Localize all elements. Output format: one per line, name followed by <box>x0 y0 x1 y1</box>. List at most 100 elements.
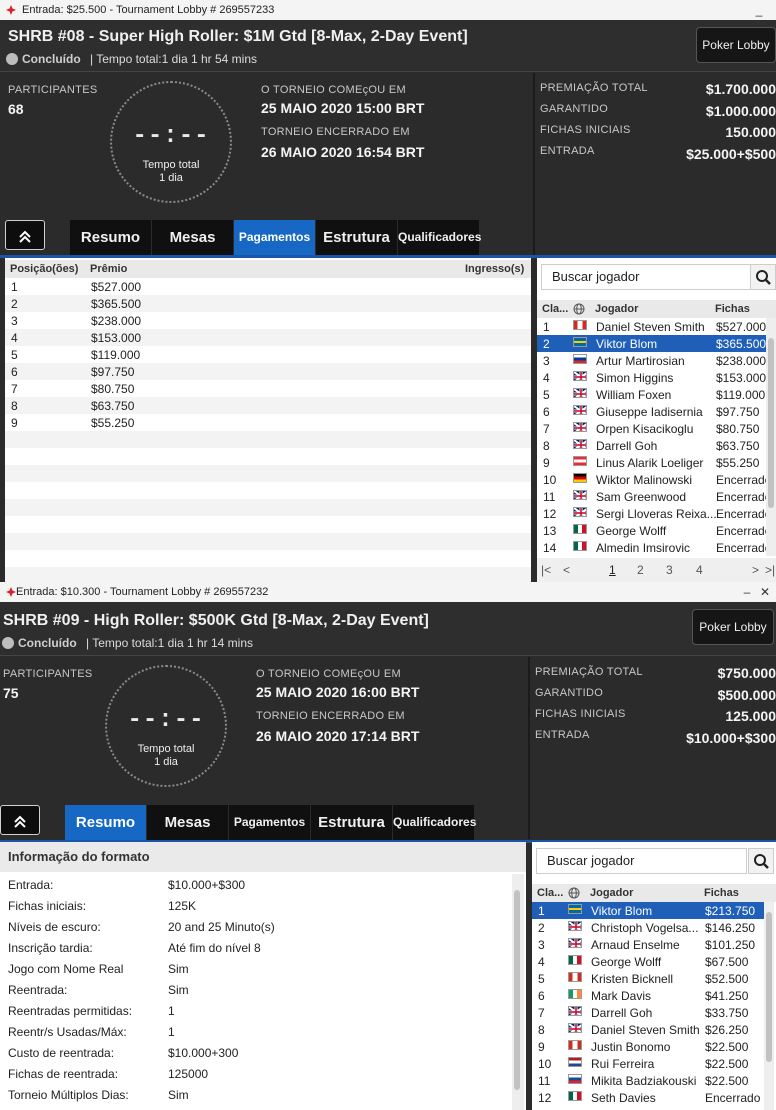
scrollbar-thumb[interactable] <box>514 890 520 1090</box>
last-page-icon[interactable]: >| <box>765 563 775 577</box>
table-row[interactable]: 6 Giuseppe Iadisernia $97.750 <box>537 403 766 420</box>
format-scrollbar[interactable] <box>512 874 524 1110</box>
players-panel: Buscar jogador Cla... Jogador Fichas 1 Vi… <box>532 842 776 1110</box>
next-page-icon[interactable]: > <box>752 563 759 577</box>
col-player[interactable]: Jogador <box>590 887 633 899</box>
col-chips[interactable]: Fichas <box>704 887 739 899</box>
page-1[interactable]: 1 <box>609 563 616 577</box>
tournament-info: PARTICIPANTES 68 --:-- Tempo total 1 dia… <box>0 73 776 258</box>
player-chips: $238.000 <box>716 354 767 368</box>
table-row[interactable]: 8 Darrell Goh $63.750 <box>537 437 766 454</box>
payout-prize: $97.750 <box>91 365 135 379</box>
col-tickets[interactable]: Ingresso(s) <box>465 263 524 275</box>
search-input[interactable]: Buscar jogador <box>536 848 747 874</box>
minimize-icon[interactable]: _ <box>748 0 770 20</box>
tab-mesas[interactable]: Mesas <box>147 805 229 840</box>
tournament-clock: --:-- Tempo total 1 dia <box>105 665 227 787</box>
globe-icon[interactable] <box>568 887 580 899</box>
table-row[interactable]: 11 Sam Greenwood Encerrado <box>537 488 771 505</box>
col-player[interactable]: Jogador <box>595 303 638 315</box>
table-row[interactable]: 2 Christoph Vogelsa... $146.250 <box>532 919 764 936</box>
prize-total-value: $750.000 <box>717 665 776 681</box>
tab-estrutura[interactable]: Estrutura <box>316 220 398 255</box>
search-input[interactable]: Buscar jogador <box>541 264 752 290</box>
col-position[interactable]: Posição(ões) <box>10 263 78 275</box>
players-scrollbar[interactable] <box>766 318 776 556</box>
search-button[interactable] <box>748 848 774 874</box>
scrollbar-thumb[interactable] <box>766 912 772 1062</box>
table-row[interactable]: 7 Darrell Goh $33.750 <box>532 1004 764 1021</box>
table-row[interactable]: 7 Orpen Kisacikoglu $80.750 <box>537 420 766 437</box>
player-chips: $26.250 <box>705 1023 749 1037</box>
table-row[interactable]: 5 William Foxen $119.000 <box>537 386 766 403</box>
player-chips: Encerrado <box>716 524 772 538</box>
table-row[interactable]: 1 Daniel Steven Smith $527.000 <box>537 318 766 335</box>
collapse-button[interactable] <box>5 220 45 250</box>
table-row[interactable]: 12 Seth Davies Encerrado <box>532 1089 764 1106</box>
tab-qualificadores[interactable]: Qualificadores <box>398 220 481 255</box>
player-name: Seth Davies <box>591 1091 656 1105</box>
buyin-label: ENTRADA <box>535 729 590 741</box>
format-value: 1 <box>168 1004 175 1018</box>
table-row[interactable]: 4 George Wolff $67.500 <box>532 953 764 970</box>
table-row[interactable]: 10 Rui Ferreira $22.500 <box>532 1055 764 1072</box>
table-row[interactable]: 13 George Wolff Encerrado <box>537 522 771 539</box>
prev-page-icon[interactable]: < <box>563 563 570 577</box>
player-chips: Encerrado <box>716 507 772 521</box>
table-row[interactable]: 11 Mikita Badziakouski $22.500 <box>532 1072 764 1089</box>
table-row[interactable]: 8 Daniel Steven Smith $26.250 <box>532 1021 764 1038</box>
table-row[interactable]: 3 Arnaud Enselme $101.250 <box>532 936 764 953</box>
tab-pagamentos[interactable]: Pagamentos <box>234 220 316 255</box>
table-row[interactable]: 10 Wiktor Malinowski Encerrado <box>537 471 771 488</box>
close-icon[interactable]: ✕ <box>754 582 776 602</box>
ru-flag-icon <box>573 354 587 364</box>
page-4[interactable]: 4 <box>696 563 703 577</box>
poker-lobby-button[interactable]: Poker Lobby <box>692 609 774 645</box>
tab-pagamentos[interactable]: Pagamentos <box>229 805 311 840</box>
page-3[interactable]: 3 <box>666 563 673 577</box>
page-2[interactable]: 2 <box>637 563 644 577</box>
payout-prize: $365.500 <box>91 297 142 311</box>
format-key: Torneio Múltiplos Dias: <box>8 1088 129 1102</box>
format-value: Sim <box>168 1088 189 1102</box>
payout-position: 1 <box>11 280 18 294</box>
table-row[interactable]: 4 Simon Higgins $153.000 <box>537 369 766 386</box>
globe-icon[interactable] <box>573 303 585 315</box>
table-row[interactable]: 1 Viktor Blom $213.750 <box>532 902 764 919</box>
players-scrollbar[interactable] <box>764 902 774 1110</box>
collapse-button[interactable] <box>0 805 40 835</box>
player-name: Simon Higgins <box>596 371 674 385</box>
col-rank[interactable]: Cla... <box>542 303 568 315</box>
col-prize[interactable]: Prêmio <box>90 263 127 275</box>
table-row[interactable]: 9 Justin Bonomo $22.500 <box>532 1038 764 1055</box>
first-page-icon[interactable]: |< <box>541 563 551 577</box>
poker-lobby-button[interactable]: Poker Lobby <box>696 27 776 63</box>
prize-total-value: $1.700.000 <box>705 81 776 97</box>
tab-qualificadores[interactable]: Qualificadores <box>393 805 476 840</box>
tab-resumo[interactable]: Resumo <box>65 805 147 840</box>
guaranteed-value: $1.000.000 <box>705 103 776 119</box>
player-rank: 4 <box>538 955 545 969</box>
format-row: Custo de reentrada: $10.000+300 <box>8 1046 508 1064</box>
table-row[interactable]: 2 Viktor Blom $365.500 <box>537 335 766 352</box>
gb-flag-icon <box>573 371 587 381</box>
gb-flag-icon <box>573 388 587 398</box>
table-row[interactable]: 6 Mark Davis $41.250 <box>532 987 764 1004</box>
gb-flag-icon <box>573 405 587 415</box>
format-value: Sim <box>168 983 189 997</box>
table-row[interactable]: 5 Kristen Bicknell $52.500 <box>532 970 764 987</box>
col-chips[interactable]: Fichas <box>715 303 750 315</box>
col-rank[interactable]: Cla... <box>537 887 563 899</box>
table-row[interactable]: 14 Almedin Imsirovic Encerrado <box>537 539 771 556</box>
table-row[interactable]: 12 Sergi Lloveras Reixa... Encerrado <box>537 505 771 522</box>
tab-resumo[interactable]: Resumo <box>70 220 152 255</box>
player-rank: 6 <box>543 405 550 419</box>
player-rank: 8 <box>543 439 550 453</box>
tab-mesas[interactable]: Mesas <box>152 220 234 255</box>
tab-estrutura[interactable]: Estrutura <box>311 805 393 840</box>
scrollbar-thumb[interactable] <box>768 338 774 508</box>
search-button[interactable] <box>750 264 776 290</box>
player-rank: 4 <box>543 371 550 385</box>
table-row[interactable]: 9 Linus Alarik Loeliger $55.250 <box>537 454 766 471</box>
table-row[interactable]: 3 Artur Martirosian $238.000 <box>537 352 766 369</box>
